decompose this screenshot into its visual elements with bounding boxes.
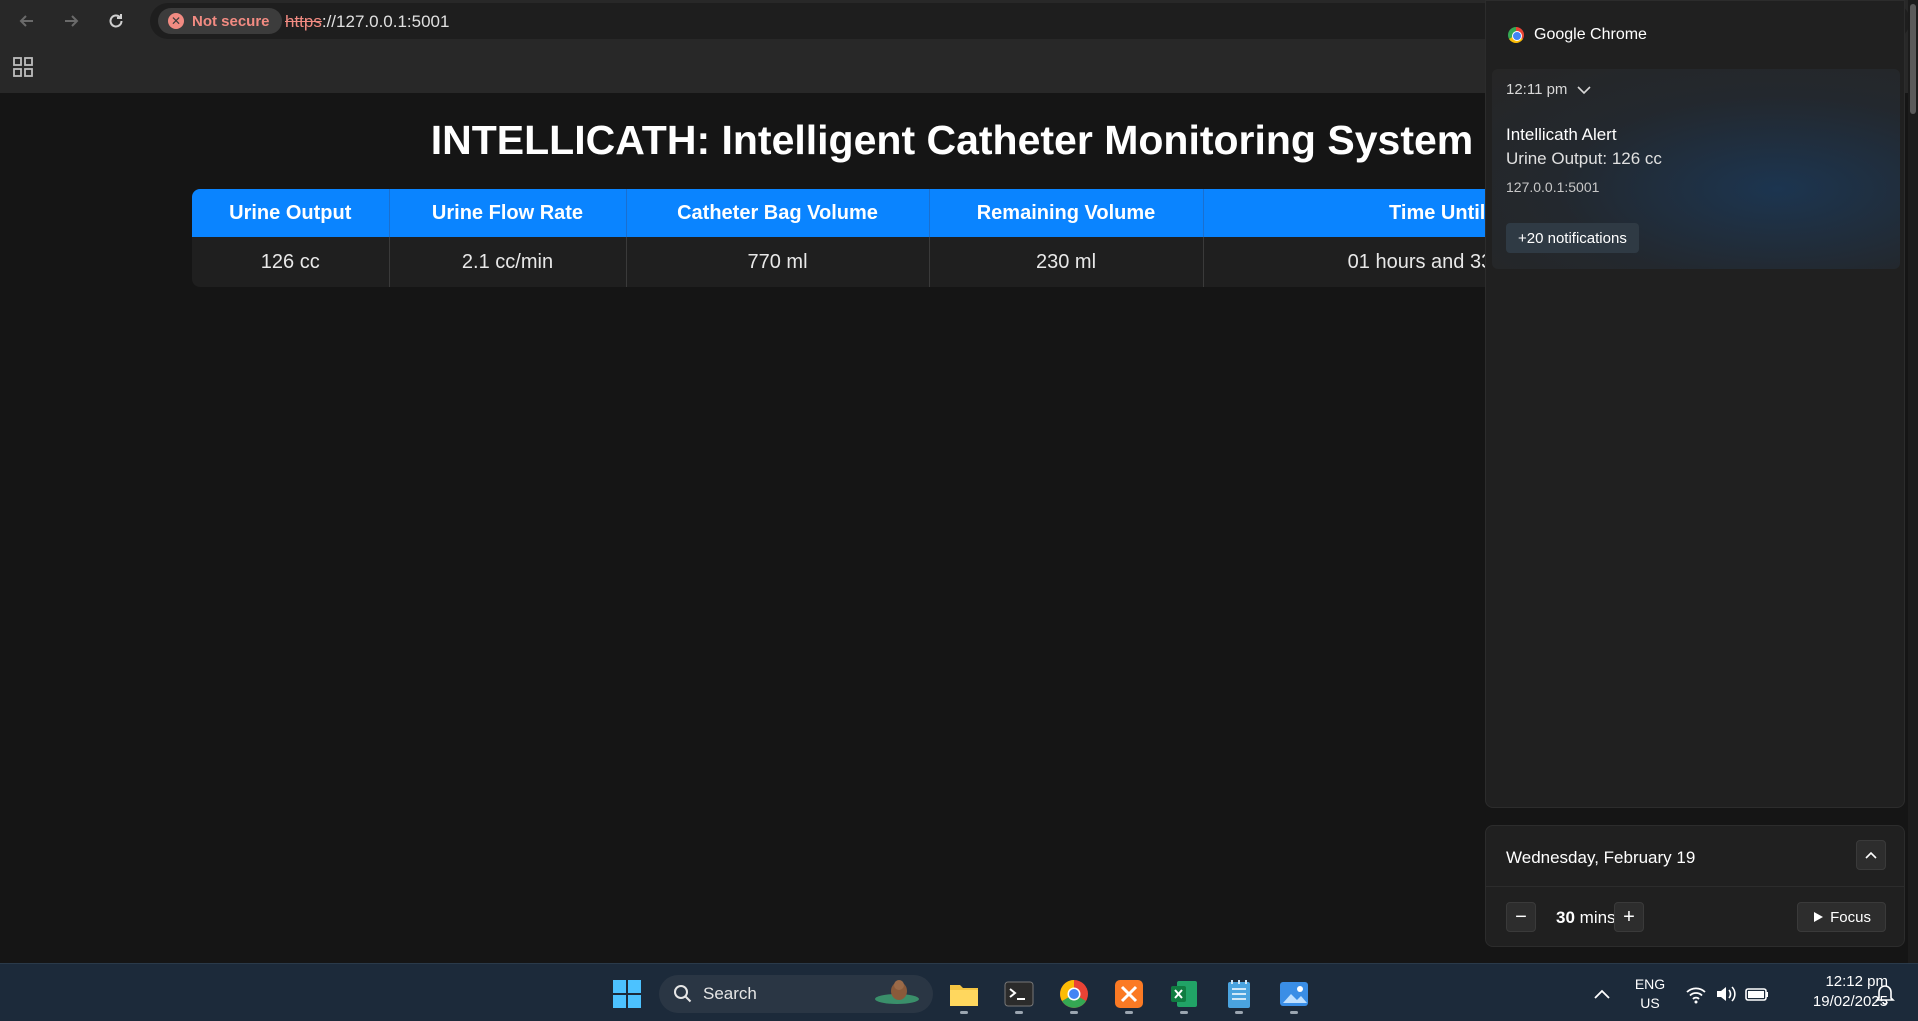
reload-button[interactable] [103, 8, 129, 34]
folder-icon [950, 985, 978, 1006]
taskbar-xampp[interactable] [1109, 974, 1149, 1014]
decrease-focus-button[interactable]: − [1506, 902, 1536, 932]
show-hidden-icons-button[interactable] [1582, 974, 1622, 1014]
windows-icon [613, 980, 641, 1008]
table-row: 126 cc 2.1 cc/min 770 ml 230 ml 01 hours… [192, 237, 1712, 287]
taskbar-photos[interactable] [1274, 974, 1314, 1014]
notification-source: 127.0.0.1:5001 [1506, 179, 1600, 195]
url-rest: ://127.0.0.1:5001 [321, 12, 450, 31]
play-icon [1814, 912, 1824, 922]
taskbar-notepad[interactable] [1219, 974, 1259, 1014]
focus-controls: − 30 mins + Focus [1506, 902, 1886, 934]
running-indicator [1070, 1011, 1078, 1014]
notification-title: Intellicath Alert [1506, 125, 1617, 144]
focus-button[interactable]: Focus [1797, 902, 1886, 932]
arrow-left-icon [19, 15, 33, 27]
running-indicator [960, 1011, 968, 1014]
photos-icon [1280, 982, 1308, 1006]
taskbar-excel[interactable] [1164, 974, 1204, 1014]
notification-app-name: Google Chrome [1534, 26, 1647, 43]
excel-icon [1171, 981, 1197, 1007]
table-header-row: Urine Output Urine Flow Rate Catheter Ba… [192, 189, 1712, 237]
taskbar-terminal[interactable] [999, 974, 1039, 1014]
column-header: Catheter Bag Volume [626, 189, 930, 237]
calendar-panel: Wednesday, February 19 − 30 mins + Focus [1485, 825, 1905, 947]
url-scheme: https [285, 12, 322, 31]
language-indicator[interactable]: ENG US [1630, 975, 1670, 1013]
warning-icon: ✕ [168, 13, 184, 29]
taskbar-file-explorer[interactable] [944, 974, 984, 1014]
taskbar: Search ENG US 12:12 pm 19/02/2025 [0, 963, 1918, 1021]
arrow-right-icon [65, 15, 79, 27]
notification-time-toggle[interactable]: 12:11 pm [1506, 81, 1592, 98]
xampp-icon [1115, 980, 1143, 1008]
chevron-up-icon [1594, 989, 1610, 999]
plus-icon: + [1623, 905, 1635, 928]
scrollbar-thumb[interactable] [1910, 4, 1916, 114]
chevron-down-icon [1577, 85, 1592, 94]
divider [1486, 886, 1904, 887]
security-label: Not secure [192, 12, 270, 30]
focus-minutes-unit: mins [1579, 908, 1616, 927]
chrome-icon [1060, 980, 1088, 1008]
notification-body: Urine Output: 126 cc [1506, 149, 1662, 168]
column-header: Urine Flow Rate [389, 189, 627, 237]
increase-focus-button[interactable]: + [1614, 902, 1644, 932]
focus-duration: 30 mins [1556, 908, 1616, 928]
reload-icon [109, 14, 123, 28]
taskbar-search[interactable]: Search [659, 975, 933, 1013]
chevron-up-icon [1865, 851, 1877, 859]
page-scrollbar[interactable] [1908, 0, 1918, 963]
url-text[interactable]: https://127.0.0.1:5001 [285, 12, 449, 32]
wifi-icon [1686, 987, 1706, 1004]
more-notifications-button[interactable]: +20 notifications [1506, 223, 1639, 253]
notepad-icon [1228, 980, 1250, 1008]
running-indicator [1015, 1011, 1023, 1014]
table-cell: 230 ml [929, 237, 1204, 287]
apps-grid-icon[interactable] [12, 56, 34, 78]
monitoring-table: Urine Output Urine Flow Rate Catheter Ba… [192, 189, 1712, 287]
notification-card[interactable]: 12:11 pm Intellicath Alert Urine Output:… [1492, 69, 1900, 269]
focus-minutes-value: 30 [1556, 908, 1575, 927]
search-placeholder: Search [703, 984, 757, 1003]
page-title: INTELLICATH: Intelligent Catheter Monito… [430, 117, 1474, 163]
back-button[interactable] [14, 8, 40, 34]
region-code: US [1640, 995, 1660, 1011]
notifications-button[interactable] [1868, 974, 1902, 1014]
running-indicator [1290, 1011, 1298, 1014]
notification-center: Google Chrome 12:11 pm Intellicath Alert… [1485, 0, 1905, 808]
running-indicator [1180, 1011, 1188, 1014]
terminal-icon [1004, 981, 1034, 1007]
chrome-icon [1508, 27, 1524, 43]
start-button[interactable] [607, 974, 647, 1014]
calendar-date: Wednesday, February 19 [1506, 848, 1696, 867]
quick-settings-button[interactable] [1682, 974, 1782, 1014]
volume-icon [1717, 986, 1736, 1002]
column-header: Urine Output [192, 189, 390, 237]
column-header: Remaining Volume [929, 189, 1204, 237]
collapse-calendar-button[interactable] [1856, 840, 1886, 870]
table-cell: 770 ml [626, 237, 930, 287]
forward-button[interactable] [58, 8, 84, 34]
running-indicator [1125, 1011, 1133, 1014]
search-icon [674, 985, 692, 1003]
language-code: ENG [1634, 976, 1666, 992]
notification-app-header: Google Chrome [1508, 26, 1647, 44]
table-cell: 126 cc [192, 237, 390, 287]
taskbar-chrome[interactable] [1054, 974, 1094, 1014]
otter-icon [873, 979, 921, 1010]
battery-icon [1745, 988, 1768, 1001]
focus-label: Focus [1830, 908, 1871, 926]
minus-icon: − [1515, 905, 1527, 928]
notification-time: 12:11 pm [1506, 81, 1568, 98]
table-cell: 2.1 cc/min [389, 237, 627, 287]
bell-icon [1875, 985, 1895, 1005]
running-indicator [1235, 1011, 1243, 1014]
security-chip[interactable]: ✕ Not secure [158, 8, 282, 34]
